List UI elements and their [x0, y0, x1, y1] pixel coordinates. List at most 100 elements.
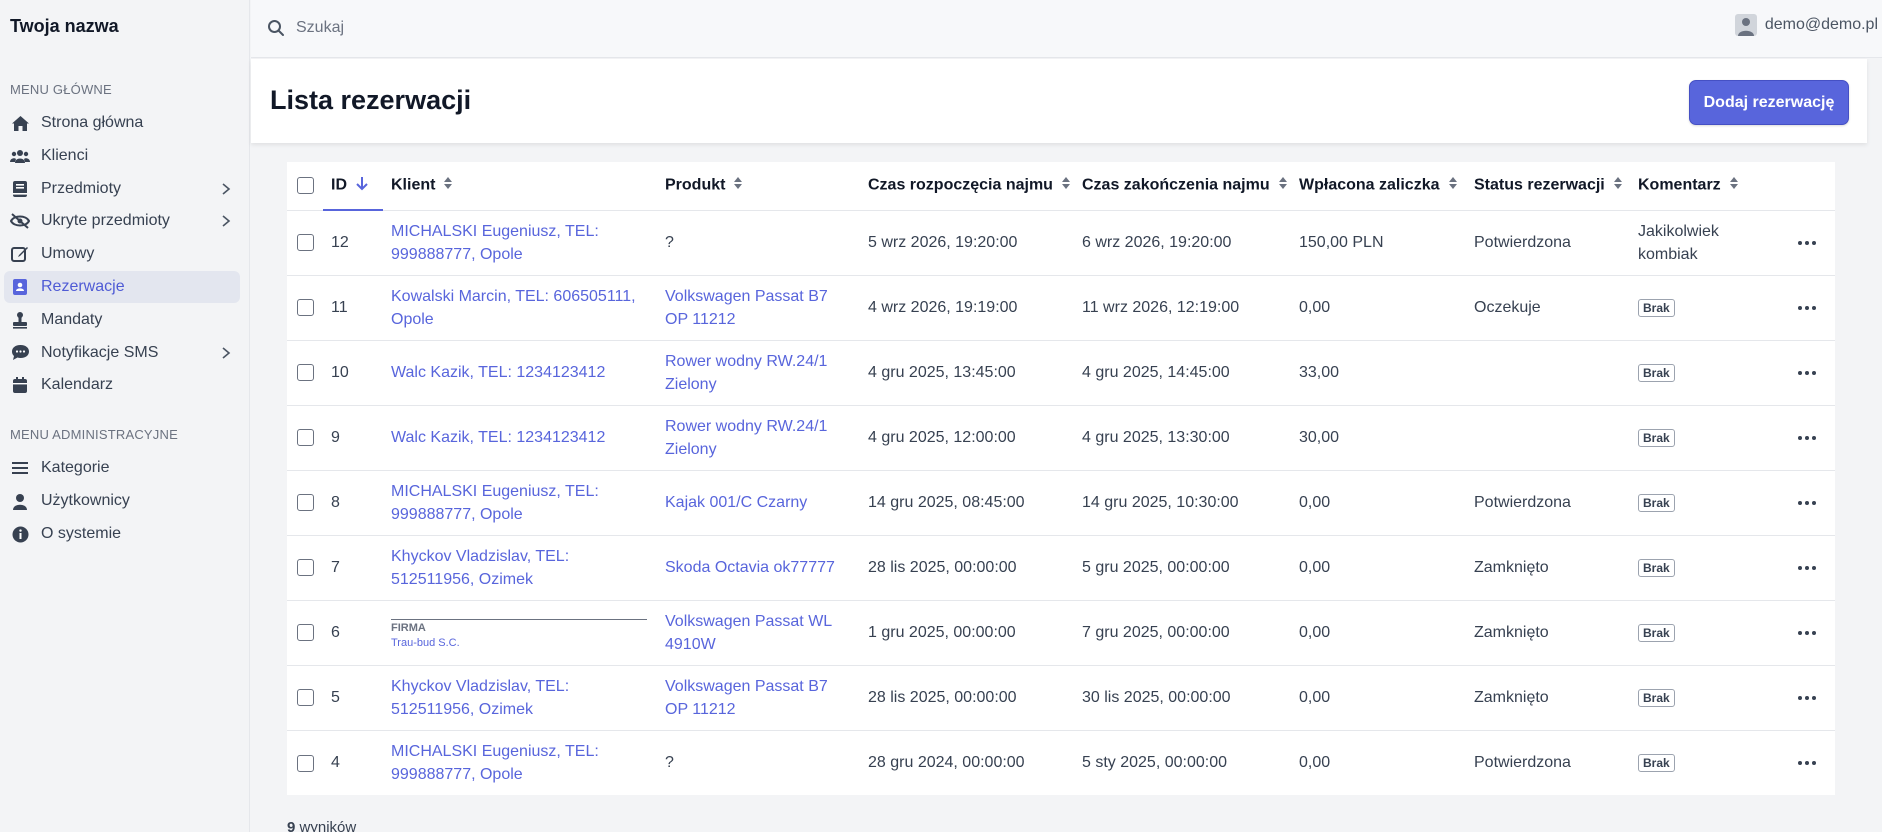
column-header-start[interactable]: Czas rozpoczęcia najmu — [860, 162, 1074, 211]
comment-badge: Brak — [1638, 429, 1675, 447]
table-row[interactable]: 4 MICHALSKI Eugeniusz, TEL: 999888777, Op… — [287, 730, 1835, 795]
sidebar-item-przedmioty[interactable]: Przedmioty — [4, 173, 240, 205]
more-actions-icon[interactable] — [1793, 688, 1821, 708]
cell-start: 28 lis 2025, 00:00:00 — [860, 665, 1074, 731]
column-header-id[interactable]: ID — [323, 162, 383, 211]
comment-badge: Brak — [1638, 299, 1675, 317]
sort-icon[interactable] — [1278, 176, 1288, 195]
cell-status: Potwierdzona — [1474, 754, 1571, 772]
table-row[interactable]: 5 Khyckov Vladzislav, TEL: 512511956, Ozi… — [287, 665, 1835, 731]
client-link[interactable]: Khyckov Vladzislav, TEL: 512511956, Ozim… — [391, 678, 569, 718]
row-checkbox[interactable] — [297, 234, 314, 252]
sidebar: Twoja nazwa MENU GŁÓWNE Strona główna Kli… — [0, 0, 250, 832]
row-checkbox[interactable] — [297, 299, 314, 317]
column-header-product[interactable]: Produkt — [657, 162, 860, 211]
more-actions-icon[interactable] — [1793, 558, 1821, 578]
more-actions-icon[interactable] — [1793, 753, 1821, 773]
sidebar-item-mandaty[interactable]: Mandaty — [4, 304, 240, 336]
cell-client: Khyckov Vladzislav, TEL: 512511956, Ozim… — [383, 665, 657, 731]
row-checkbox[interactable] — [297, 364, 314, 382]
select-all-checkbox[interactable] — [297, 177, 314, 195]
table-row[interactable]: 12 MICHALSKI Eugeniusz, TEL: 999888777, O… — [287, 210, 1835, 276]
sidebar-item-kalendarz[interactable]: Kalendarz — [4, 369, 240, 401]
cell-id: 6 — [323, 600, 383, 666]
table-row[interactable]: 6 FIRMA Trau-bud S.C. Volkswagen Passat WL … — [287, 600, 1835, 666]
users-icon — [10, 146, 30, 166]
table-row[interactable]: 11 Kowalski Marcin, TEL: 606505111, Opole… — [287, 275, 1835, 341]
sidebar-item-notyfikacje-sms[interactable]: Notyfikacje SMS — [4, 337, 240, 369]
cell-start: 28 gru 2024, 00:00:00 — [868, 754, 1025, 772]
book-icon — [10, 179, 30, 199]
user-email: demo@demo.pl — [1764, 16, 1878, 33]
row-checkbox[interactable] — [297, 754, 314, 772]
product-link[interactable]: Kajak 001/C Czarny — [665, 494, 807, 511]
column-header-comment[interactable]: Komentarz — [1630, 162, 1785, 211]
sidebar-item-klienci[interactable]: Klienci — [4, 140, 240, 172]
sidebar-item-o-systemie[interactable]: O systemie — [4, 518, 240, 550]
sort-icon[interactable] — [443, 176, 453, 195]
sidebar-item-uzytkownicy[interactable]: Użytkownicy — [4, 485, 240, 517]
client-link[interactable]: MICHALSKI Eugeniusz, TEL: 999888777, Opo… — [391, 223, 599, 263]
more-actions-icon[interactable] — [1793, 298, 1821, 318]
sidebar-item-ukryte-przedmioty[interactable]: Ukryte przedmioty — [4, 205, 240, 237]
sidebar-item-kategorie[interactable]: Kategorie — [4, 452, 240, 484]
more-actions-icon[interactable] — [1793, 233, 1821, 253]
sidebar-item-strona-glowna[interactable]: Strona główna — [4, 107, 240, 139]
sort-icon[interactable] — [1613, 176, 1623, 195]
sidebar-item-label: Ukryte przedmioty — [41, 212, 170, 230]
brand-name[interactable]: Twoja nazwa — [10, 16, 119, 37]
client-link[interactable]: MICHALSKI Eugeniusz, TEL: 999888777, Opo… — [391, 483, 599, 523]
product-link[interactable]: Volkswagen Passat WL 4910W — [665, 613, 832, 653]
column-header-deposit[interactable]: Wpłacona zaliczka — [1291, 162, 1466, 211]
table-row[interactable]: 7 Khyckov Vladzislav, TEL: 512511956, Ozi… — [287, 535, 1835, 601]
row-checkbox[interactable] — [297, 689, 314, 707]
user-menu[interactable]: demo@demo.pl — [1734, 14, 1878, 36]
product-link[interactable]: Volkswagen Passat B7 OP 11212 — [665, 678, 828, 718]
product-link[interactable]: Rower wodny RW.24/1 Zielony — [665, 418, 827, 458]
search-input[interactable] — [296, 14, 896, 42]
client-link[interactable]: Khyckov Vladzislav, TEL: 512511956, Ozim… — [391, 548, 569, 588]
table-row[interactable]: 10 Walc Kazik, TEL: 1234123412 Rower wodny… — [287, 340, 1835, 406]
sort-icon[interactable] — [1448, 176, 1458, 195]
sort-desc-icon[interactable] — [355, 175, 369, 196]
cell-end: 7 gru 2025, 00:00:00 — [1074, 600, 1291, 666]
table-row[interactable]: 9 Walc Kazik, TEL: 1234123412 Rower wodny … — [287, 405, 1835, 471]
sort-icon[interactable] — [733, 176, 743, 195]
cell-end: 4 gru 2025, 14:45:00 — [1074, 340, 1291, 406]
client-link[interactable]: MICHALSKI Eugeniusz, TEL: 999888777, Opo… — [391, 743, 599, 783]
cell-comment: Brak — [1630, 340, 1785, 406]
more-actions-icon[interactable] — [1793, 623, 1821, 643]
sidebar-item-label: Strona główna — [41, 114, 144, 131]
column-header-client[interactable]: Klient — [383, 162, 657, 211]
admin-menu-label: MENU ADMINISTRACYJNE — [10, 427, 178, 442]
row-checkbox[interactable] — [297, 624, 314, 642]
row-checkbox[interactable] — [297, 559, 314, 577]
sidebar-item-label: Mandaty — [41, 310, 103, 328]
add-reservation-button[interactable]: Dodaj rezerwację — [1689, 80, 1849, 125]
client-link[interactable]: Kowalski Marcin, TEL: 606505111, Opole — [391, 288, 636, 328]
product-link[interactable]: Skoda Octavia ok77777 — [665, 559, 835, 576]
cell-status — [1466, 340, 1630, 406]
more-actions-icon[interactable] — [1793, 363, 1821, 383]
more-actions-icon[interactable] — [1793, 428, 1821, 448]
cell-product: Volkswagen Passat WL 4910W — [657, 600, 860, 666]
sidebar-item-rezerwacje[interactable]: Rezerwacje — [4, 271, 240, 303]
results-count-label: wyników — [299, 819, 357, 832]
client-link[interactable]: Walc Kazik, TEL: 1234123412 — [391, 364, 605, 381]
sort-icon[interactable] — [1729, 176, 1739, 195]
client-link[interactable]: Walc Kazik, TEL: 1234123412 — [391, 429, 605, 446]
table-row[interactable]: 8 MICHALSKI Eugeniusz, TEL: 999888777, Op… — [287, 470, 1835, 536]
row-checkbox[interactable] — [297, 494, 314, 512]
row-checkbox[interactable] — [297, 429, 314, 447]
page-title: Lista rezerwacji — [270, 85, 472, 115]
product-link[interactable]: Rower wodny RW.24/1 Zielony — [665, 353, 827, 393]
column-header-end[interactable]: Czas zakończenia najmu — [1074, 162, 1291, 211]
column-header-status[interactable]: Status rezerwacji — [1466, 162, 1630, 211]
more-actions-icon[interactable] — [1793, 493, 1821, 513]
sidebar-item-label: O systemie — [41, 525, 122, 542]
cell-id: 12 — [323, 210, 383, 276]
sort-icon[interactable] — [1061, 176, 1071, 195]
sidebar-item-umowy[interactable]: Umowy — [4, 238, 240, 270]
product-link[interactable]: Volkswagen Passat B7 OP 11212 — [665, 288, 828, 328]
client-link[interactable]: Trau-bud S.C. — [391, 635, 649, 651]
